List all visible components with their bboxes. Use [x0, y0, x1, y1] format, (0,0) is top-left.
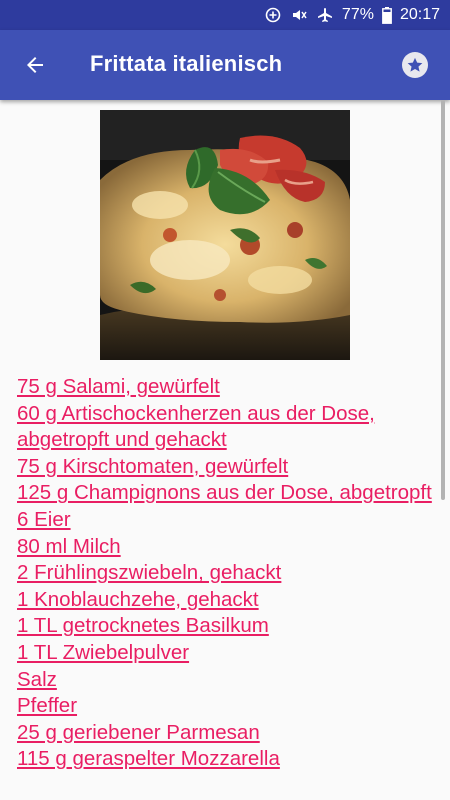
airplane-icon: [316, 6, 334, 24]
ingredient-link[interactable]: 6 Eier: [17, 507, 437, 534]
recipe-content: 75 g Salami, gewürfelt 60 g Artischocken…: [0, 100, 450, 800]
ingredient-link[interactable]: Pfeffer: [17, 693, 437, 720]
ingredient-link[interactable]: 125 g Champignons aus der Dose, abgetrop…: [17, 480, 437, 507]
data-saver-icon: [264, 6, 282, 24]
arrow-left-icon: [27, 57, 43, 73]
frittata-photo: [100, 110, 350, 360]
status-bar: 77% 20:17: [0, 0, 450, 30]
battery-icon: [382, 6, 392, 24]
ingredient-list: 75 g Salami, gewürfelt 60 g Artischocken…: [17, 374, 437, 773]
battery-percent: 77%: [341, 6, 374, 23]
ingredient-link[interactable]: 60 g Artischockenherzen aus der Dose, ab…: [17, 401, 437, 454]
ingredient-link[interactable]: Salz: [17, 667, 437, 694]
ingredient-link[interactable]: 25 g geriebener Parmesan: [17, 720, 437, 747]
ingredient-link[interactable]: 80 ml Milch: [17, 534, 437, 561]
back-button[interactable]: [18, 48, 52, 82]
ingredient-link[interactable]: 1 TL getrocknetes Basilkum: [17, 613, 437, 640]
favorite-button[interactable]: [402, 52, 428, 78]
ingredient-link[interactable]: 75 g Salami, gewürfelt: [17, 374, 437, 401]
ingredient-link[interactable]: 2 Frühlingszwiebeln, gehackt: [17, 560, 437, 587]
ingredient-link[interactable]: 1 TL Zwiebelpulver: [17, 640, 437, 667]
star-icon: [407, 57, 423, 72]
ingredient-link[interactable]: 75 g Kirschtomaten, gewürfelt: [17, 454, 437, 481]
app-bar: Frittata italienisch: [0, 30, 450, 100]
mute-icon: [290, 6, 308, 24]
page-title: Frittata italienisch: [90, 51, 283, 76]
clock: 20:17: [399, 6, 440, 23]
ingredient-link[interactable]: 115 g geraspelter Mozzarella: [17, 746, 437, 773]
scrollbar[interactable]: [441, 100, 445, 500]
ingredient-link[interactable]: 1 Knoblauchzehe, gehackt: [17, 587, 437, 614]
